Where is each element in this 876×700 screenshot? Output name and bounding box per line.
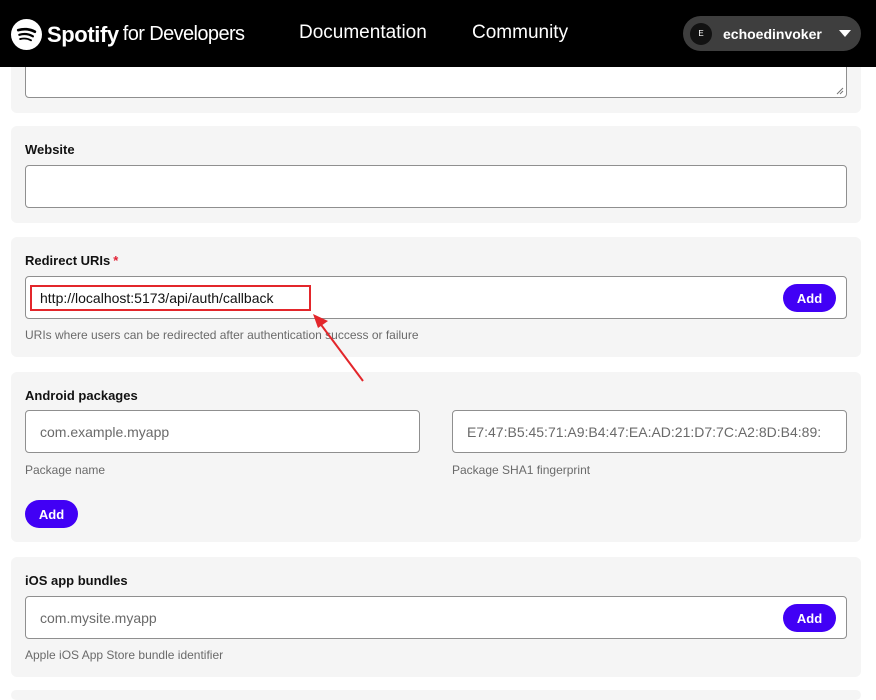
spotify-logo-icon [11, 19, 42, 50]
user-menu-button[interactable]: E echoedinvoker [683, 16, 861, 51]
brand-suffix: for Developers [122, 23, 245, 45]
website-section: Website [11, 126, 861, 223]
nav-documentation-link[interactable]: Documentation [299, 22, 427, 44]
nav-community-link[interactable]: Community [472, 22, 568, 44]
sha1-fingerprint-placeholder: E7:47:B5:45:71:A9:B4:47:EA:AD:21:D7:7C:A… [467, 423, 822, 440]
android-packages-label: Android packages [25, 388, 138, 403]
add-redirect-uri-button[interactable]: Add [783, 284, 836, 312]
package-name-help: Package name [25, 463, 106, 477]
top-navigation-bar: Spotify for Developers Documentation Com… [0, 0, 876, 67]
package-name-input[interactable]: com.example.myapp [25, 410, 420, 453]
redirect-uris-label: Redirect URIs * [25, 253, 118, 268]
brand-name: Spotify [47, 21, 119, 47]
add-android-package-button[interactable]: Add [25, 500, 78, 528]
required-marker: * [113, 253, 119, 268]
spotify-for-developers-logo[interactable]: Spotify for Developers [11, 19, 245, 50]
website-label: Website [25, 142, 75, 157]
ios-bundles-help: Apple iOS App Store bundle identifier [25, 648, 224, 662]
resize-grip-icon[interactable] [836, 87, 844, 95]
chevron-down-icon [839, 30, 851, 37]
user-name: echoedinvoker [723, 25, 822, 42]
avatar: E [690, 22, 712, 45]
sha1-fingerprint-input[interactable]: E7:47:B5:45:71:A9:B4:47:EA:AD:21:D7:7C:A… [452, 410, 847, 453]
ios-bundles-label: iOS app bundles [25, 573, 128, 588]
annotation-highlight-box [30, 285, 311, 311]
next-section [11, 690, 861, 700]
ios-bundle-input[interactable]: com.mysite.myapp Add [25, 596, 847, 639]
website-input[interactable] [25, 165, 847, 208]
redirect-uris-label-text: Redirect URIs [25, 253, 111, 268]
add-ios-bundle-button[interactable]: Add [783, 604, 836, 632]
ios-bundles-section: iOS app bundles com.mysite.myapp Add App… [11, 557, 861, 677]
annotation-arrow-icon [313, 314, 364, 382]
ios-bundle-placeholder: com.mysite.myapp [40, 609, 157, 626]
package-name-placeholder: com.example.myapp [40, 423, 170, 440]
android-packages-section: Android packages com.example.myapp Packa… [11, 372, 861, 542]
sha1-fingerprint-help: Package SHA1 fingerprint [452, 463, 591, 477]
